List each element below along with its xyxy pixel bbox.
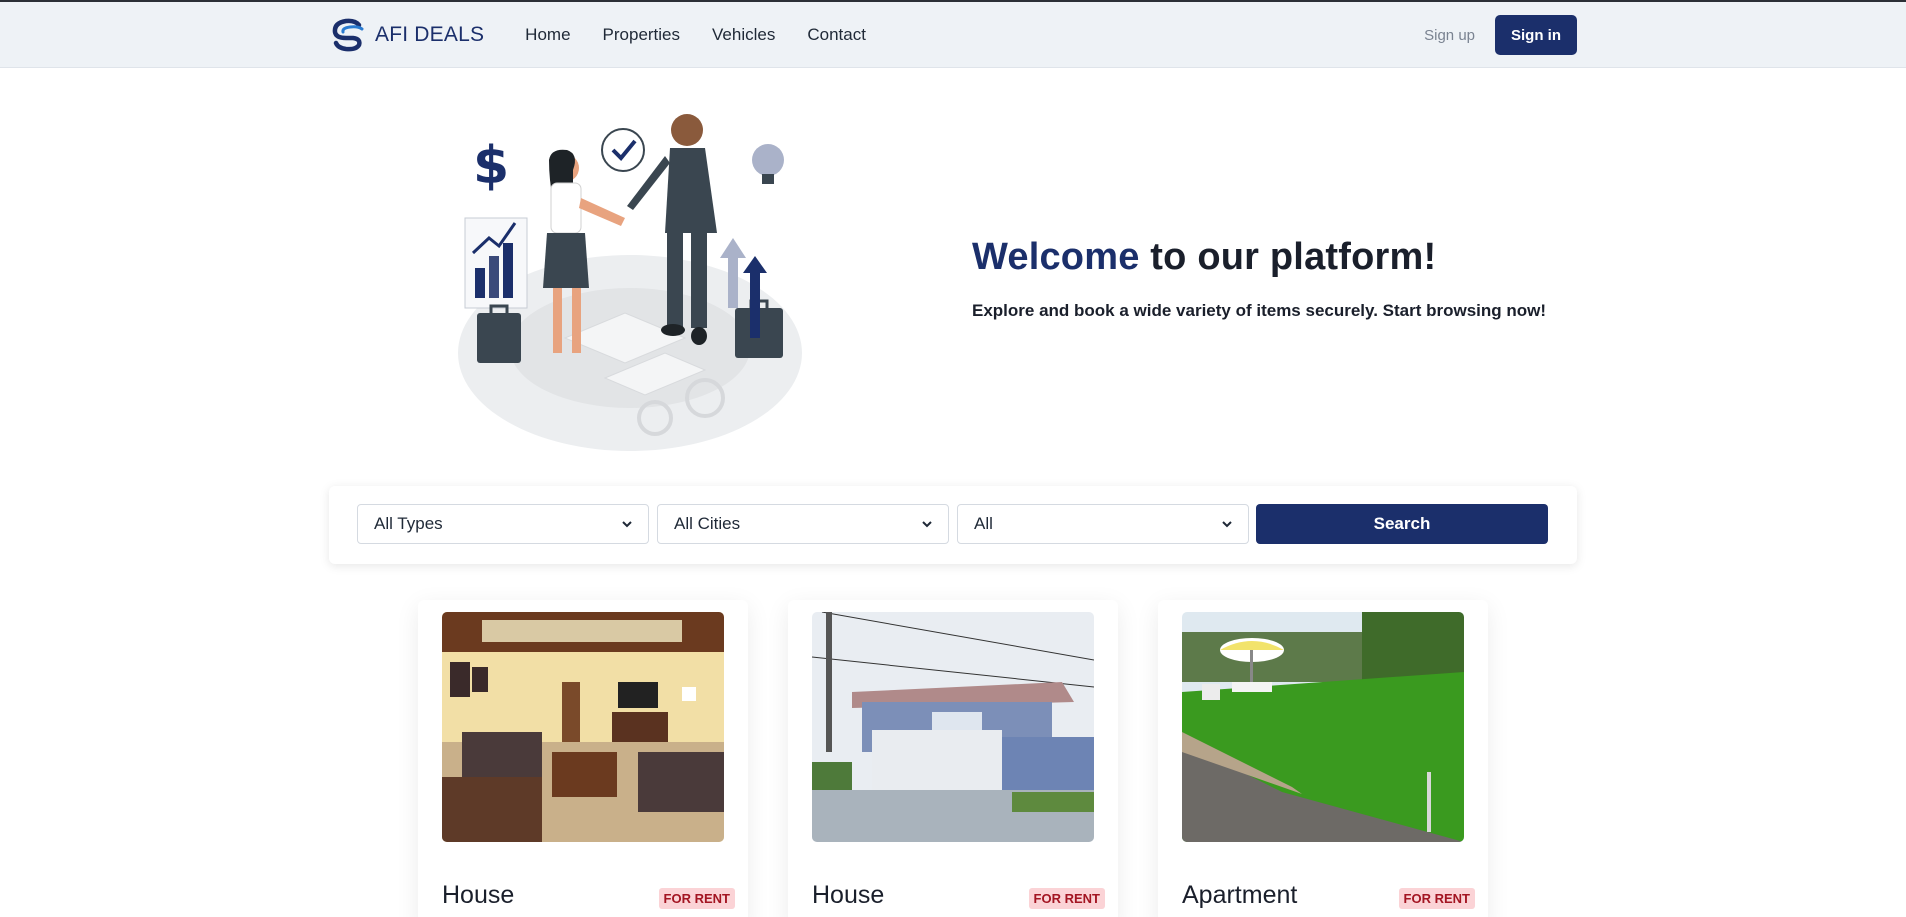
search-filter-bar: All Types All Cities All Search bbox=[329, 486, 1577, 564]
nav-contact-link[interactable]: Contact bbox=[807, 25, 866, 45]
top-navbar: AFI DEALS Home Properties Vehicles Conta… bbox=[0, 0, 1906, 68]
sign-in-button[interactable]: Sign in bbox=[1495, 15, 1577, 55]
listing-title: House bbox=[812, 881, 885, 909]
listing-card[interactable]: House FOR RENT bbox=[788, 600, 1118, 917]
hero-section: Welcome to our platform! Explore and boo… bbox=[972, 236, 1546, 321]
chevron-down-icon bbox=[1222, 521, 1232, 528]
for-rent-badge: FOR RENT bbox=[1028, 888, 1105, 909]
hero-subtitle: Explore and book a wide variety of items… bbox=[972, 301, 1547, 320]
chevron-down-icon bbox=[622, 521, 632, 528]
hero-title: Welcome to our platform! bbox=[972, 236, 1546, 279]
chevron-down-icon bbox=[922, 521, 932, 528]
listing-card[interactable]: Apartment FOR RENT bbox=[1158, 600, 1488, 917]
status-select[interactable]: All bbox=[957, 504, 1249, 544]
garden-lawn-photo[interactable] bbox=[1182, 612, 1464, 842]
handshake-illustration: $ bbox=[458, 114, 802, 451]
search-button[interactable]: Search bbox=[1256, 504, 1548, 544]
svg-text:$: $ bbox=[473, 136, 509, 196]
status-select-value: All bbox=[974, 514, 993, 533]
type-select[interactable]: All Types bbox=[357, 504, 649, 544]
nav-home-link[interactable]: Home bbox=[525, 25, 570, 45]
nav-vehicles-link[interactable]: Vehicles bbox=[712, 25, 775, 45]
hero-title-accent: Welcome bbox=[972, 236, 1140, 278]
brand-name: AFI DEALS bbox=[375, 23, 485, 46]
listing-title: House bbox=[442, 881, 515, 909]
hero-title-rest: to our platform! bbox=[1139, 236, 1437, 278]
sign-up-link[interactable]: Sign up bbox=[1424, 27, 1475, 44]
house-exterior-photo[interactable] bbox=[812, 612, 1094, 842]
city-select[interactable]: All Cities bbox=[657, 504, 949, 544]
nav-properties-link[interactable]: Properties bbox=[603, 25, 680, 45]
type-select-value: All Types bbox=[374, 514, 443, 533]
for-rent-badge: FOR RENT bbox=[658, 888, 735, 909]
listing-card[interactable]: House FOR RENT bbox=[418, 600, 748, 917]
brand-logo-icon bbox=[332, 18, 364, 52]
brand-logo[interactable]: AFI DEALS bbox=[329, 15, 484, 55]
city-select-value: All Cities bbox=[674, 514, 741, 533]
living-room-photo[interactable] bbox=[442, 612, 724, 842]
for-rent-badge: FOR RENT bbox=[1398, 888, 1475, 909]
listing-title: Apartment bbox=[1182, 881, 1298, 909]
